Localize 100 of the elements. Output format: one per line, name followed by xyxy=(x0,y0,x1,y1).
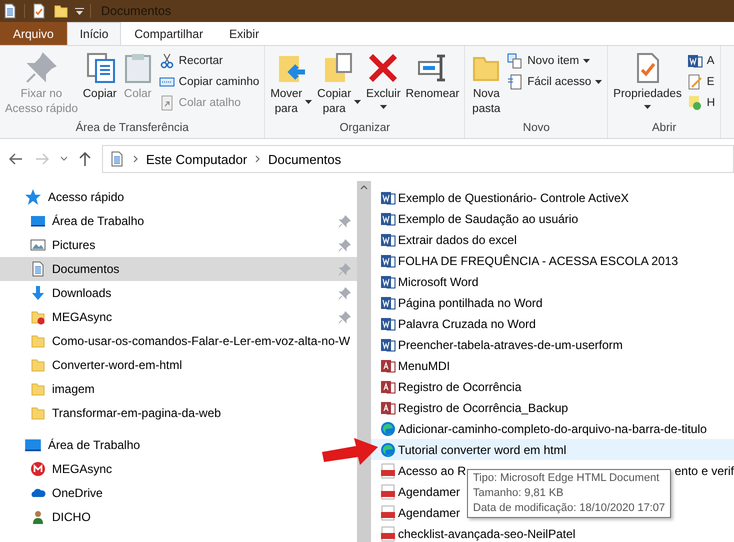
download-icon xyxy=(30,285,46,301)
tree-item[interactable]: Acesso rápido xyxy=(48,190,124,204)
chevron-icon xyxy=(255,155,260,163)
highlighted-file-row[interactable]: Tutorial converter word em html xyxy=(371,439,734,460)
ribbon-button[interactable]: Propriedades xyxy=(611,50,684,111)
tree-item: Área de Trabalho xyxy=(52,214,144,228)
file-name: Adicionar-caminho-completo-do-arquivo-na-barra-de-titulo xyxy=(398,422,707,436)
ribbon-button[interactable]: Fácil acesso xyxy=(505,73,604,91)
tree-item: OneDrive xyxy=(52,486,103,500)
ribbon-button[interactable]: Copiar xyxy=(80,50,119,104)
tree-item: Como-usar-os-comandos-Falar-e-Ler-em-voz-alta-no-W xyxy=(52,334,350,348)
file-menu-tab[interactable]: Arquivo xyxy=(0,22,67,45)
file-name: Acesso ao R xyxy=(398,464,466,478)
up-button[interactable] xyxy=(78,151,92,167)
document-icon xyxy=(109,151,125,167)
user-icon xyxy=(30,509,46,525)
tree-row[interactable]: imagem xyxy=(0,377,357,401)
word-document-icon xyxy=(380,316,396,332)
file-name: MenuMDI xyxy=(398,358,450,372)
tree-item: DICHO xyxy=(52,510,91,524)
star-icon xyxy=(24,188,42,206)
file-name: Registro de Ocorrência xyxy=(398,380,522,394)
file-name: FOLHA DE FREQUÊNCIA - ACESSA ESCOLA 2013 xyxy=(398,254,678,268)
tree-item: MEGAsync xyxy=(52,462,112,476)
folder-icon xyxy=(30,405,46,421)
database-icon xyxy=(380,378,396,394)
tree-row[interactable]: Área de Trabalho xyxy=(0,209,357,233)
edit-icon xyxy=(686,74,703,90)
folder-icon xyxy=(30,357,46,373)
group-label: Organizar xyxy=(338,122,392,136)
database-icon xyxy=(380,400,396,416)
ribbon-button[interactable]: E xyxy=(684,73,718,91)
word-document-icon xyxy=(380,294,396,310)
word-document-icon xyxy=(380,252,396,268)
pdf-icon xyxy=(380,484,396,500)
tree-item: MEGAsync xyxy=(52,310,112,324)
breadcrumb[interactable]: Documentos xyxy=(268,152,342,166)
ribbon-button[interactable]: Nova pasta xyxy=(468,50,504,119)
ribbon-button[interactable]: Recortar xyxy=(156,52,262,70)
tree-row[interactable]: Converter-word-em-html xyxy=(0,353,357,377)
document-icon xyxy=(507,74,524,90)
ribbon-button[interactable]: Excluir xyxy=(364,50,403,111)
file-name: Agendamer xyxy=(398,484,460,498)
delete-icon xyxy=(367,52,400,84)
scroll-up-icon[interactable] xyxy=(360,185,368,190)
tree-row[interactable]: MEGAsync xyxy=(0,305,357,329)
recent-locations-button[interactable] xyxy=(60,156,68,162)
scrollbar[interactable] xyxy=(357,181,371,542)
desktop-icon xyxy=(30,213,46,229)
ribbon-tab[interactable]: Exibir xyxy=(216,22,272,45)
history-icon xyxy=(686,95,703,111)
file-name: Exemplo de Questionário- Controle ActiveX xyxy=(398,190,629,204)
ribbon-button[interactable]: H xyxy=(684,94,718,112)
selected-row[interactable]: Documentos xyxy=(0,257,357,281)
pin-icon xyxy=(338,310,351,324)
properties-icon xyxy=(31,3,47,19)
ribbon-button[interactable]: Mover para xyxy=(268,50,314,119)
chevron-icon xyxy=(133,155,138,163)
breadcrumb[interactable]: Este Computador xyxy=(146,152,248,166)
ribbon-button[interactable]: A xyxy=(684,52,718,70)
tree-row[interactable]: Downloads xyxy=(0,281,357,305)
tree-item: Downloads xyxy=(52,286,112,300)
group-label: Área de Transferência xyxy=(74,122,190,136)
word-document-icon xyxy=(380,210,396,226)
file-name: checklist-avançada-seo-NeilPatel xyxy=(398,526,576,540)
tree-row[interactable]: Transformar-em-pagina-da-web xyxy=(0,401,357,425)
tree-row[interactable]: MEGAsync xyxy=(0,457,357,481)
file-name: Página pontilhada no Word xyxy=(398,296,543,310)
pointer-arrow xyxy=(322,437,378,467)
tree-item[interactable]: Área de Trabalho xyxy=(48,438,140,452)
tree-row[interactable]: Pictures xyxy=(0,233,357,257)
browser-icon xyxy=(380,442,396,458)
file-name: Preencher-tabela-atraves-de-um-userform xyxy=(398,338,623,352)
shortcut-icon xyxy=(158,95,175,111)
tree-row[interactable]: Como-usar-os-comandos-Falar-e-Ler-em-voz-alta-no-W xyxy=(0,329,357,353)
ribbon-button[interactable]: Renomear xyxy=(404,50,462,104)
dropdown-icon[interactable] xyxy=(75,8,84,14)
browser-icon xyxy=(380,420,396,436)
folder-icon xyxy=(30,381,46,397)
word-document-icon xyxy=(380,190,396,206)
tree-row[interactable]: OneDrive xyxy=(0,481,357,505)
tree-item: Converter-word-em-html xyxy=(52,358,182,372)
pin-icon xyxy=(338,286,351,300)
ribbon-button[interactable]: Copiar caminho xyxy=(156,73,262,91)
new-item-icon xyxy=(507,53,524,69)
file-name: Tutorial converter word em html xyxy=(398,442,566,456)
file-name: Palavra Cruzada no Word xyxy=(398,316,536,330)
ribbon-button[interactable]: Novo item xyxy=(505,52,604,70)
file-name: Agendamer xyxy=(398,506,460,520)
ribbon-tab[interactable]: Compartilhar xyxy=(121,22,216,45)
address-bar[interactable]: Este Computador Documentos xyxy=(102,145,734,173)
folder-icon xyxy=(30,333,46,349)
pdf-icon xyxy=(380,504,396,520)
file-name: Exemplo de Saudação ao usuário xyxy=(398,212,578,226)
pin-icon xyxy=(338,238,351,252)
ribbon-tab[interactable]: Início xyxy=(66,22,122,45)
back-button[interactable] xyxy=(8,151,24,167)
tree-row[interactable]: DICHO xyxy=(0,505,357,529)
ribbon-button[interactable]: Copiar para xyxy=(315,50,364,119)
tree-item: Transformar-em-pagina-da-web xyxy=(52,406,221,420)
